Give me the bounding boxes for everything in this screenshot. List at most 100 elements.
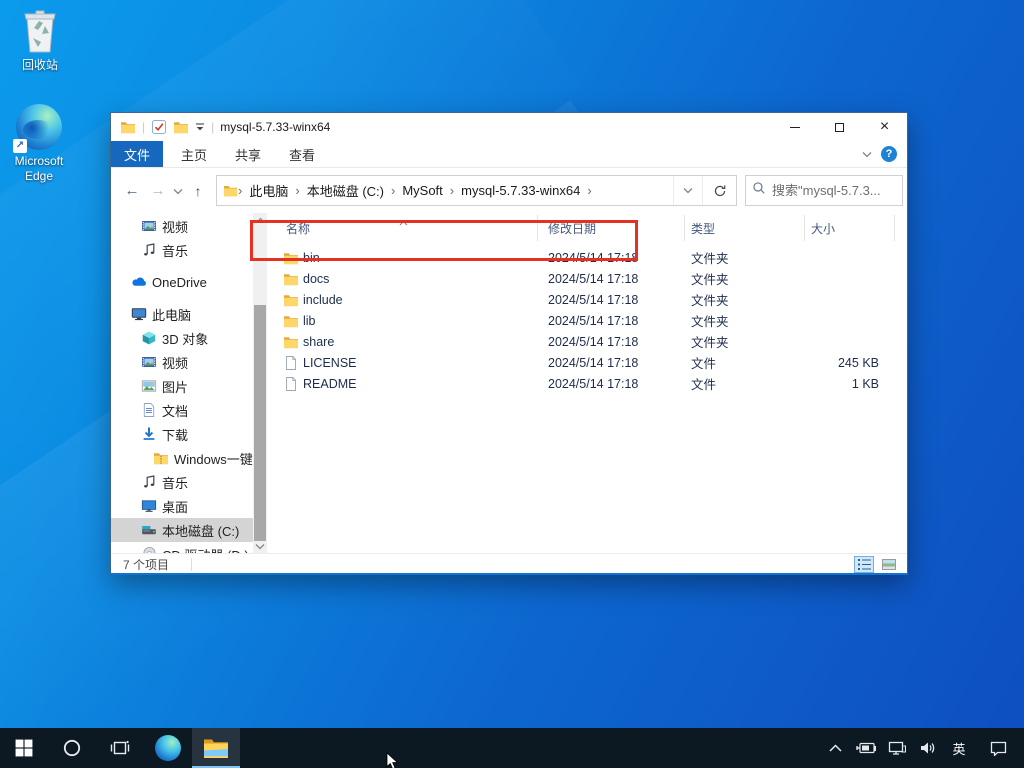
recent-locations-icon[interactable] — [173, 182, 183, 200]
sidebar-item-label: 视频 — [162, 353, 188, 372]
search-box[interactable] — [745, 175, 903, 206]
file-size: 1 KB — [805, 377, 895, 391]
scroll-down-icon[interactable] — [253, 539, 267, 553]
separator: | — [142, 120, 145, 134]
refresh-icon[interactable] — [702, 176, 736, 205]
breadcrumb-item[interactable]: mysql-5.7.33-winx64 — [454, 183, 587, 198]
file-type: 文件 — [685, 374, 805, 393]
sidebar-item[interactable]: 视频 — [111, 214, 253, 238]
sidebar-item[interactable]: Windows一键 — [111, 446, 253, 470]
desktop-monitor-icon — [141, 498, 157, 514]
status-bar: 7 个项目 — [111, 553, 907, 574]
sidebar-item-label: OneDrive — [152, 275, 207, 290]
qat-customize-caret-icon[interactable] — [195, 119, 205, 135]
file-row[interactable]: lib2024/5/14 17:18文件夹 — [271, 310, 907, 331]
show-hidden-icons-button[interactable] — [823, 734, 847, 762]
sidebar-item[interactable]: 此电脑 — [111, 302, 253, 326]
forward-button[interactable]: → — [147, 182, 169, 199]
file-date: 2024/5/14 17:18 — [538, 251, 685, 265]
maximize-button[interactable] — [817, 113, 862, 141]
sidebar-scrollbar[interactable] — [253, 213, 267, 553]
address-bar[interactable]: ›此电脑›本地磁盘 (C:)›MySoft›mysql-5.7.33-winx6… — [216, 175, 737, 206]
search-button[interactable] — [48, 728, 96, 768]
power-status-icon[interactable] — [854, 734, 878, 762]
file-row[interactable]: docs2024/5/14 17:18文件夹 — [271, 268, 907, 289]
address-dropdown-icon[interactable] — [673, 176, 702, 205]
navigation-pane: 视频音乐OneDrive此电脑3D 对象视频图片文档下载Windows一键音乐桌… — [111, 213, 253, 553]
taskbar-explorer-button[interactable] — [192, 728, 240, 768]
sidebar-item[interactable]: 音乐 — [111, 470, 253, 494]
back-button[interactable]: ← — [121, 182, 143, 199]
music-icon — [141, 474, 157, 490]
sidebar-item-label: 桌面 — [162, 497, 188, 516]
sidebar-item[interactable]: CD 驱动器 (D:) — [111, 542, 253, 553]
desktop-icon-recycle-bin[interactable]: 回收站 — [2, 8, 78, 73]
file-row[interactable]: LICENSE2024/5/14 17:18文件245 KB — [271, 352, 907, 373]
breadcrumb-item[interactable]: 此电脑 — [242, 181, 295, 200]
cortana-circle-icon — [62, 738, 82, 758]
search-input[interactable] — [772, 183, 896, 198]
sidebar-item[interactable]: 图片 — [111, 374, 253, 398]
sidebar-item[interactable]: 文档 — [111, 398, 253, 422]
taskbar-edge-button[interactable] — [144, 728, 192, 768]
sidebar-item[interactable]: 视频 — [111, 350, 253, 374]
video-icon — [141, 218, 157, 234]
ime-indicator[interactable]: 英 — [947, 734, 971, 762]
tab-share[interactable]: 共享 — [225, 141, 271, 167]
breadcrumb-item[interactable]: 本地磁盘 (C:) — [300, 181, 391, 200]
close-button[interactable]: × — [862, 113, 907, 141]
sidebar-item[interactable]: 本地磁盘 (C:) — [111, 518, 253, 542]
volume-icon[interactable] — [916, 734, 940, 762]
task-view-button[interactable] — [96, 728, 144, 768]
shortcut-arrow-icon: ↗ — [13, 139, 27, 153]
desktop-icon-edge[interactable]: ↗ Microsoft Edge — [1, 104, 77, 184]
tab-home[interactable]: 主页 — [171, 141, 217, 167]
sidebar-item[interactable]: OneDrive — [111, 270, 253, 294]
chevron-up-icon — [829, 744, 842, 752]
sidebar-item[interactable]: 3D 对象 — [111, 326, 253, 350]
file-row[interactable]: bin2024/5/14 17:18文件夹 — [271, 247, 907, 268]
new-folder-icon[interactable] — [173, 119, 189, 135]
task-view-icon — [110, 738, 130, 758]
quick-access-toolbar: | | — [111, 119, 214, 135]
folder-icon — [120, 119, 136, 135]
hdd-icon — [141, 522, 157, 538]
file-name: lib — [303, 314, 316, 328]
file-row[interactable]: include2024/5/14 17:18文件夹 — [271, 289, 907, 310]
sidebar-item[interactable]: 下载 — [111, 422, 253, 446]
minimize-button[interactable] — [772, 113, 817, 141]
ribbon-tabs: 文件 主页 共享 查看 ? — [111, 141, 907, 168]
sidebar-item[interactable]: 音乐 — [111, 238, 253, 262]
sidebar-item-label: 本地磁盘 (C:) — [162, 521, 239, 540]
video-icon — [141, 354, 157, 370]
start-button[interactable] — [0, 728, 48, 768]
sidebar-item[interactable]: 桌面 — [111, 494, 253, 518]
scrollbar-thumb[interactable] — [254, 305, 266, 541]
help-icon[interactable]: ? — [881, 146, 897, 162]
scroll-up-icon[interactable] — [253, 213, 267, 227]
breadcrumb-separator[interactable]: › — [587, 183, 591, 198]
file-type: 文件 — [685, 353, 805, 372]
details-view-button[interactable] — [854, 556, 874, 573]
column-header-type[interactable]: 类型 — [685, 215, 805, 241]
file-row[interactable]: README2024/5/14 17:18文件1 KB — [271, 373, 907, 394]
desktop-icon-label: Microsoft Edge — [1, 154, 77, 184]
thumbnail-view-button[interactable] — [879, 556, 899, 573]
file-date: 2024/5/14 17:18 — [538, 377, 685, 391]
properties-check-icon[interactable] — [151, 119, 167, 135]
up-button[interactable]: ↑ — [187, 183, 209, 199]
computer-icon — [131, 306, 147, 322]
tab-view[interactable]: 查看 — [279, 141, 325, 167]
expand-ribbon-icon[interactable] — [862, 145, 872, 163]
thumbnail-view-icon — [882, 559, 896, 570]
file-name: include — [303, 293, 343, 307]
column-header-date[interactable]: 修改日期 — [538, 215, 685, 241]
file-row[interactable]: share2024/5/14 17:18文件夹 — [271, 331, 907, 352]
breadcrumb-item[interactable]: MySoft — [395, 183, 449, 198]
network-icon[interactable] — [885, 734, 909, 762]
action-center-button[interactable] — [986, 734, 1010, 762]
tab-file[interactable]: 文件 — [111, 141, 163, 167]
column-header-size[interactable]: 大小 — [805, 215, 895, 241]
sidebar-item-label: 图片 — [162, 377, 188, 396]
folder-icon — [283, 334, 299, 350]
